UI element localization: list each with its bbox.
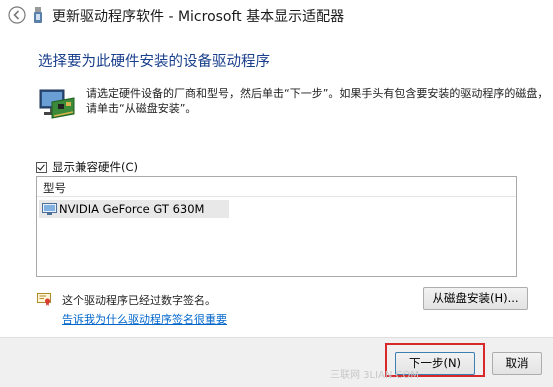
usb-device-icon bbox=[34, 7, 42, 23]
title-bar: 更新驱动程序软件 - Microsoft 基本显示适配器 bbox=[0, 0, 553, 30]
page-heading: 选择要为此硬件安装的设备驱动程序 bbox=[38, 54, 270, 70]
model-column-label: 型号 bbox=[43, 181, 66, 195]
checkbox-checked-icon[interactable] bbox=[36, 161, 47, 173]
signed-driver-text: 这个驱动程序已经过数字签名。 bbox=[62, 294, 216, 307]
compat-hardware-checkbox[interactable]: 显示兼容硬件(C) bbox=[36, 160, 138, 174]
window-title: 更新驱动程序软件 - Microsoft 基本显示适配器 bbox=[52, 9, 345, 25]
instruction-text: 请选定硬件设备的厂商和型号，然后单击“下一步”。如果手头有包含要安装的驱动程序的… bbox=[86, 86, 549, 116]
back-arrow-icon[interactable] bbox=[8, 6, 26, 24]
watermark: 三联网 3LIAN.COM bbox=[330, 370, 420, 381]
display-adapter-icon bbox=[42, 203, 57, 215]
instruction-line-1: 请选定硬件设备的厂商和型号，然后单击“下一步”。如果手头有包含要安装的驱动程序的… bbox=[86, 87, 549, 100]
certificate-icon bbox=[37, 293, 51, 306]
have-disk-button[interactable]: 从磁盘安装(H)... bbox=[423, 287, 528, 310]
cancel-button[interactable]: 取消 bbox=[492, 352, 542, 375]
driver-signing-link[interactable]: 告诉我为什么驱动程序签名很重要 bbox=[62, 311, 227, 327]
instruction-line-2: 请单击“从磁盘安装”。 bbox=[86, 102, 197, 115]
list-item[interactable]: NVIDIA GeForce GT 630M bbox=[39, 200, 229, 218]
list-column-header[interactable]: 型号 bbox=[37, 177, 516, 197]
compat-hardware-label[interactable]: 显示兼容硬件(C) bbox=[52, 159, 138, 175]
hardware-board-icon bbox=[39, 89, 75, 119]
model-listbox[interactable]: 型号 NVIDIA GeForce GT 630M bbox=[36, 176, 517, 277]
model-item-label: NVIDIA GeForce GT 630M bbox=[59, 202, 205, 216]
